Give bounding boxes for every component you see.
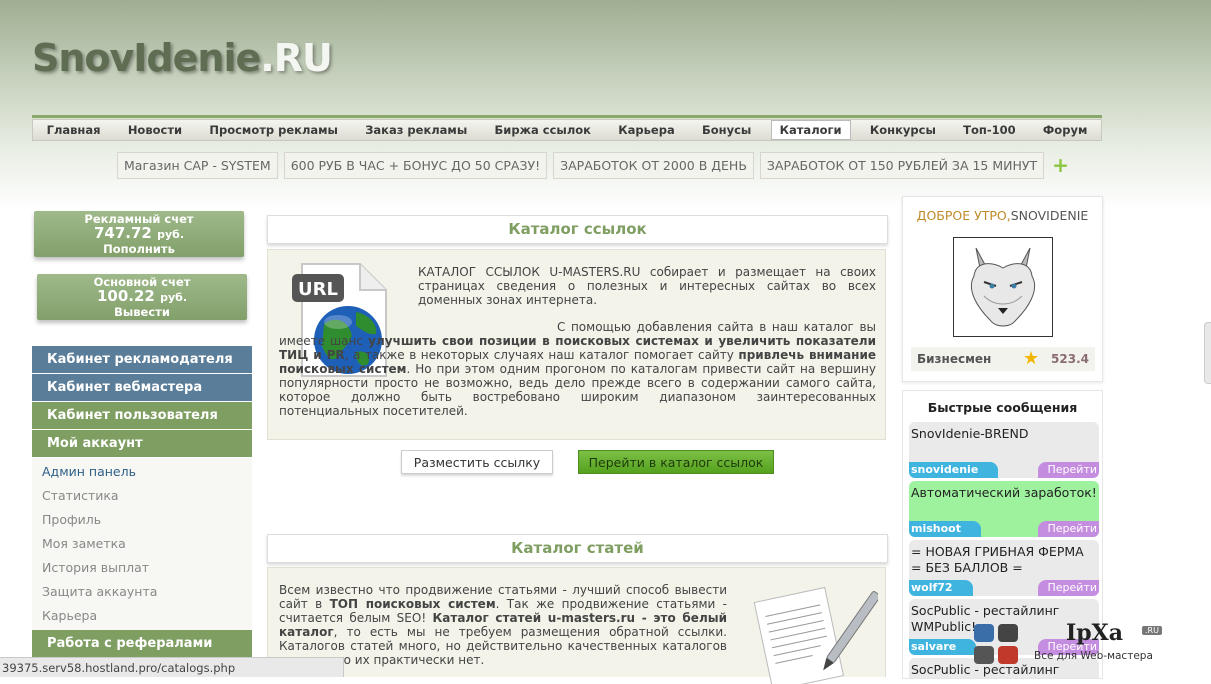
place-link-button[interactable]: Разместить ссылку: [401, 450, 553, 474]
main-account-panel[interactable]: Основной счет 100.22 руб. Вывести: [37, 274, 247, 320]
nav-item-bonuses[interactable]: Бонусы: [694, 121, 759, 139]
links-catalog-box: URL КАТАЛОГ ССЫЛОК U-MASTERS.RU собирает…: [267, 249, 886, 440]
nav-item-view-ads[interactable]: Просмотр рекламы: [201, 121, 346, 139]
sidebar-item-user[interactable]: Кабинет пользователя: [32, 402, 252, 429]
avatar[interactable]: [953, 237, 1053, 337]
rank-label: Бизнесмен: [917, 352, 992, 366]
articles-catalog-box: Всем известно что продвижение статьями -…: [267, 567, 886, 684]
greeting: ДОБРОЕ УТРО,SNOVIDENIE: [916, 208, 1089, 223]
go-links-catalog-button[interactable]: Перейти в каталог ссылок: [578, 450, 774, 474]
nav-item-news[interactable]: Новости: [120, 121, 190, 139]
ad-account-balance: 747.72 руб.: [93, 224, 185, 242]
ipxa-logo: IpXa: [1066, 620, 1123, 646]
quick-message[interactable]: Автоматический заработок! mishoot Перейт…: [909, 481, 1099, 537]
message-author[interactable]: salvare: [909, 639, 977, 655]
ipxa-button-icon[interactable]: [974, 646, 994, 664]
ad-account-panel[interactable]: Рекламный счет 747.72 руб. Пополнить: [34, 211, 244, 257]
withdraw-link[interactable]: Вывести: [37, 305, 247, 319]
add-ad-icon[interactable]: +: [1050, 153, 1071, 178]
message-go-link[interactable]: Перейти: [1037, 580, 1099, 596]
nav-item-forum[interactable]: Форум: [1035, 121, 1095, 139]
wolf-avatar-icon: [954, 238, 1052, 336]
status-bar-url: 39375.serv58.hostland.pro/catalogs.php: [0, 657, 344, 677]
topup-link[interactable]: Пополнить: [34, 242, 244, 256]
site-logo[interactable]: SnovIdenie.RU: [32, 36, 333, 80]
sidebar-link-stats[interactable]: Статистика: [42, 484, 252, 508]
ipxa-ru-badge: .RU: [1142, 626, 1162, 635]
message-go-link[interactable]: Перейти: [1037, 462, 1099, 478]
ipxa-button-icon[interactable]: [974, 624, 994, 642]
articles-catalog-title: Каталог статей: [267, 534, 888, 563]
nav-item-top100[interactable]: Топ-100: [955, 121, 1023, 139]
sidebar-submenu: Админ панель Статистика Профиль Моя заме…: [32, 458, 252, 630]
ipxa-buttons: [972, 622, 1020, 666]
message-go-link[interactable]: Перейти: [1037, 521, 1099, 537]
message-author[interactable]: wolf72: [909, 580, 973, 596]
sidebar-item-advertiser[interactable]: Кабинет рекламодателя: [32, 346, 252, 373]
quick-message[interactable]: = НОВАЯ ГРИБНАЯ ФЕРМА = БЕЗ БАЛЛОВ = wol…: [909, 540, 1099, 596]
sidebar-link-admin[interactable]: Админ панель: [42, 460, 252, 484]
nav-accent-line: [32, 115, 1102, 118]
main-nav: Главная Новости Просмотр рекламы Заказ р…: [32, 119, 1102, 141]
ad-link[interactable]: 600 РУБ В ЧАС + БОНУС ДО 50 СРАЗУ!: [283, 152, 548, 179]
articles-catalog-text: Всем известно что продвижение статьями -…: [279, 583, 728, 667]
ad-link[interactable]: ЗАРАБОТОК ОТ 150 РУБЛЕЙ ЗА 15 МИНУТ: [759, 152, 1045, 179]
side-feedback-tab[interactable]: [1204, 322, 1211, 384]
sidebar-item-referrals[interactable]: Работа с рефералами: [32, 630, 252, 657]
ipxa-button-icon[interactable]: [998, 624, 1018, 642]
ad-link[interactable]: Магазин CAP - SYSTEM: [117, 152, 278, 179]
sidebar-link-profile[interactable]: Профиль: [42, 508, 252, 532]
sidebar-link-security[interactable]: Защита аккаунта: [42, 580, 252, 604]
links-catalog-intro: КАТАЛОГ ССЫЛОК U-MASTERS.RU собирает и р…: [418, 265, 876, 307]
links-catalog-text: С помощью добавления сайта в наш каталог…: [279, 320, 876, 418]
main-account-balance: 100.22 руб.: [96, 287, 188, 305]
sidebar-link-career[interactable]: Карьера: [42, 604, 252, 628]
links-catalog-title: Каталог ссылок: [267, 215, 888, 244]
svg-text:URL: URL: [298, 279, 338, 300]
message-author[interactable]: snovidenie: [909, 462, 999, 478]
nav-item-career[interactable]: Карьера: [610, 121, 682, 139]
quick-messages-title: Быстрые сообщения: [927, 400, 1078, 415]
ipxa-button-icon[interactable]: [998, 646, 1018, 664]
nav-item-contests[interactable]: Конкурсы: [862, 121, 944, 139]
nav-item-link-exchange[interactable]: Биржа ссылок: [487, 121, 599, 139]
ipxa-widget[interactable]: IpXa .RU Все для Web-мастера: [972, 620, 1172, 677]
sidebar-link-payouts[interactable]: История выплат: [42, 556, 252, 580]
nav-item-home[interactable]: Главная: [39, 121, 109, 139]
ipxa-tagline: Все для Web-мастера: [1034, 650, 1153, 662]
nav-item-order-ads[interactable]: Заказ рекламы: [357, 121, 475, 139]
quick-message[interactable]: SnovIdenie-BREND snovidenie Перейти: [909, 422, 1099, 478]
rating-score: 523.4: [1051, 352, 1089, 366]
ad-link[interactable]: ЗАРАБОТОК ОТ 2000 В ДЕНЬ: [553, 152, 754, 179]
sidebar-menu: Кабинет рекламодателя Кабинет вебмастера…: [32, 346, 252, 658]
notepad-pen-icon: [753, 586, 878, 684]
sidebar-item-webmaster[interactable]: Кабинет вебмастера: [32, 374, 252, 401]
nav-item-catalogs[interactable]: Каталоги: [770, 120, 851, 140]
sidebar-link-note[interactable]: Моя заметка: [42, 532, 252, 556]
star-icon: ★: [1023, 348, 1040, 369]
sidebar-item-my-account[interactable]: Мой аккаунт: [32, 430, 252, 457]
profile-panel: ДОБРОЕ УТРО,SNOVIDENIE Бизнесмен ★ 523.4: [902, 196, 1103, 382]
ad-links-row: Магазин CAP - SYSTEM 600 РУБ В ЧАС + БОН…: [117, 152, 1071, 179]
profile-rank-row: Бизнесмен ★ 523.4: [911, 347, 1095, 371]
message-author[interactable]: mishoot: [909, 521, 981, 537]
